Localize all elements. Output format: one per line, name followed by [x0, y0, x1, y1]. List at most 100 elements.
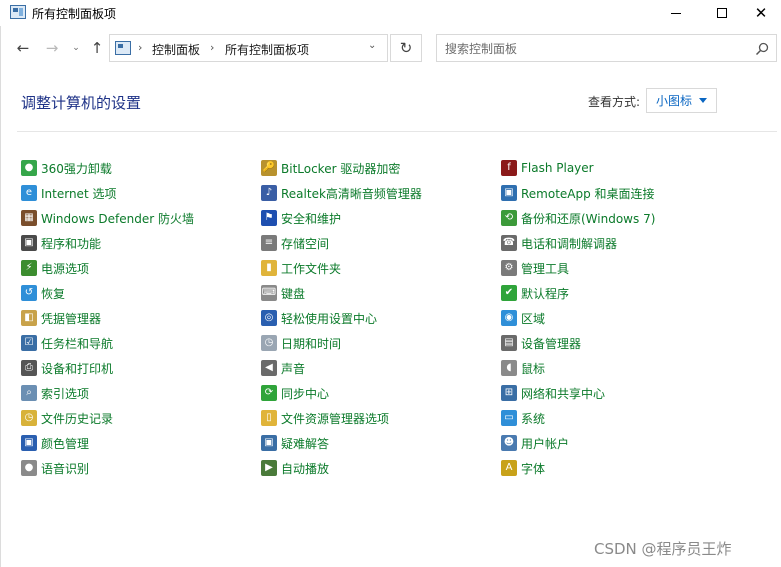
- control-panel-item[interactable]: ☑ 任务栏和导航: [21, 333, 113, 353]
- control-panel-item[interactable]: ▭ 系统: [501, 408, 545, 428]
- refresh-button[interactable]: ↻: [390, 34, 422, 62]
- control-panel-item[interactable]: 🔑 BitLocker 驱动器加密: [261, 158, 400, 178]
- credential-manager-icon: ◧: [21, 310, 37, 326]
- search-icon[interactable]: [755, 42, 769, 56]
- control-panel-item-label: 电话和调制解调器: [521, 236, 618, 251]
- keyboard-icon: ⌨: [261, 285, 277, 301]
- forward-arrow-icon[interactable]: →: [43, 39, 61, 57]
- control-panel-item[interactable]: ↺ 恢复: [21, 283, 65, 303]
- control-panel-item[interactable]: ⚑ 安全和维护: [261, 208, 341, 228]
- autoplay-icon: ▶: [261, 460, 277, 476]
- control-panel-item[interactable]: ⌕ 索引选项: [21, 383, 89, 403]
- watermark: CSDN @程序员王炸: [594, 540, 732, 558]
- control-panel-item-label: 凭据管理器: [41, 311, 102, 326]
- breadcrumb-separator-icon[interactable]: ›: [138, 41, 142, 54]
- control-panel-item[interactable]: ◉ 区域: [501, 308, 545, 328]
- default-programs-icon: ✔: [501, 285, 517, 301]
- control-panel-item-label: 存储空间: [281, 236, 330, 251]
- control-panel-item[interactable]: ◀ 声音: [261, 358, 305, 378]
- bitlocker-icon: 🔑: [261, 160, 277, 176]
- control-panel-item-label: 声音: [281, 361, 306, 376]
- control-panel-item[interactable]: ♪ Realtek高清晰音频管理器: [261, 183, 422, 203]
- control-panel-item[interactable]: ⟳ 同步中心: [261, 383, 329, 403]
- control-panel-item[interactable]: ▯ 文件资源管理器选项: [261, 408, 389, 428]
- maximize-button[interactable]: [699, 0, 745, 26]
- control-panel-item-label: 鼠标: [521, 361, 546, 376]
- control-panel-item[interactable]: ▣ 疑难解答: [261, 433, 329, 453]
- fonts-icon: A: [501, 460, 517, 476]
- control-panel-item-label: 自动播放: [281, 461, 330, 476]
- control-panel-item-label: 网络和共享中心: [521, 386, 606, 401]
- recent-locations-chevron-icon[interactable]: ⌄: [67, 39, 85, 57]
- control-panel-icon: [115, 41, 131, 55]
- control-panel-item[interactable]: ⚡ 电源选项: [21, 258, 89, 278]
- control-panel-item[interactable]: ▮ 工作文件夹: [261, 258, 341, 278]
- control-panel-item-label: 日期和时间: [281, 336, 342, 351]
- control-panel-item[interactable]: ▦ Windows Defender 防火墙: [21, 208, 194, 228]
- control-panel-item-label: 任务栏和导航: [41, 336, 114, 351]
- view-by-dropdown[interactable]: 小图标: [646, 88, 717, 113]
- mouse-icon: ◖: [501, 360, 517, 376]
- audio-manager-icon: ♪: [261, 185, 277, 201]
- control-panel-item[interactable]: ▤ 设备管理器: [501, 333, 581, 353]
- control-panel-item[interactable]: ⟲ 备份和还原(Windows 7): [501, 208, 655, 228]
- control-panel-item[interactable]: ☻ 用户帐户: [501, 433, 569, 453]
- control-panel-item[interactable]: ◷ 文件历史记录: [21, 408, 113, 428]
- breadcrumb-separator-icon[interactable]: ›: [210, 41, 214, 54]
- minimize-button[interactable]: [653, 0, 699, 26]
- back-arrow-icon[interactable]: ←: [14, 39, 32, 57]
- control-panel-item[interactable]: ≡ 存储空间: [261, 233, 329, 253]
- control-panel-item[interactable]: ⚙ 管理工具: [501, 258, 569, 278]
- control-panel-item[interactable]: ◎ 轻松使用设置中心: [261, 308, 377, 328]
- control-panel-item[interactable]: ▣ 程序和功能: [21, 233, 101, 253]
- control-panel-item[interactable]: ▣ 颜色管理: [21, 433, 89, 453]
- color-management-icon: ▣: [21, 435, 37, 451]
- control-panel-item[interactable]: A 字体: [501, 458, 545, 478]
- control-panel-item-label: Flash Player: [521, 161, 594, 175]
- control-panel-item[interactable]: ◷ 日期和时间: [261, 333, 341, 353]
- network-sharing-icon: ⊞: [501, 385, 517, 401]
- control-panel-item[interactable]: ⎙ 设备和打印机: [21, 358, 113, 378]
- power-options-icon: ⚡: [21, 260, 37, 276]
- breadcrumb-all-items[interactable]: 所有控制面板项: [225, 41, 309, 58]
- control-panel-item-label: 系统: [521, 411, 546, 426]
- control-panel-item[interactable]: ◖ 鼠标: [501, 358, 545, 378]
- search-box[interactable]: [436, 34, 777, 62]
- up-arrow-icon[interactable]: ↑: [88, 39, 106, 57]
- control-panel-item-label: 轻松使用设置中心: [281, 311, 378, 326]
- control-panel-item-label: BitLocker 驱动器加密: [281, 161, 401, 176]
- control-panel-item[interactable]: ▣ RemoteApp 和桌面连接: [501, 183, 655, 203]
- control-panel-item[interactable]: f Flash Player: [501, 158, 594, 178]
- control-panel-item-label: 语音识别: [41, 461, 90, 476]
- close-button[interactable]: ✕: [741, 0, 781, 26]
- internet-options-icon: e: [21, 185, 37, 201]
- admin-tools-icon: ⚙: [501, 260, 517, 276]
- control-panel-item[interactable]: ● 360强力卸载: [21, 158, 112, 178]
- control-panel-item[interactable]: e Internet 选项: [21, 183, 116, 203]
- file-history-icon: ◷: [21, 410, 37, 426]
- user-accounts-icon: ☻: [501, 435, 517, 451]
- control-panel-item[interactable]: ⊞ 网络和共享中心: [501, 383, 605, 403]
- refresh-icon: ↻: [399, 39, 413, 57]
- control-panel-item[interactable]: ● 语音识别: [21, 458, 89, 478]
- backup-restore-icon: ⟲: [501, 210, 517, 226]
- control-panel-item[interactable]: ⌨ 键盘: [261, 283, 305, 303]
- control-panel-item-label: RemoteApp 和桌面连接: [521, 186, 655, 201]
- control-panel-item[interactable]: ✔ 默认程序: [501, 283, 569, 303]
- address-dropdown-chevron-icon[interactable]: ⌄: [368, 40, 376, 51]
- explorer-options-icon: ▯: [261, 410, 277, 426]
- control-panel-item[interactable]: ◧ 凭据管理器: [21, 308, 101, 328]
- control-panel-item-label: 工作文件夹: [281, 261, 342, 276]
- remoteapp-icon: ▣: [501, 185, 517, 201]
- address-bar[interactable]: › 控制面板 › 所有控制面板项 ⌄: [109, 34, 388, 62]
- storage-spaces-icon: ≡: [261, 235, 277, 251]
- control-panel-item-label: 疑难解答: [281, 436, 330, 451]
- control-panel-item[interactable]: ▶ 自动播放: [261, 458, 329, 478]
- devices-printers-icon: ⎙: [21, 360, 37, 376]
- control-panel-item-label: Realtek高清晰音频管理器: [281, 186, 422, 201]
- search-input[interactable]: [445, 40, 735, 58]
- control-panel-item-label: 默认程序: [521, 286, 570, 301]
- window-title: 所有控制面板项: [32, 7, 117, 21]
- control-panel-item[interactable]: ☎ 电话和调制解调器: [501, 233, 617, 253]
- breadcrumb-control-panel[interactable]: 控制面板: [152, 41, 200, 58]
